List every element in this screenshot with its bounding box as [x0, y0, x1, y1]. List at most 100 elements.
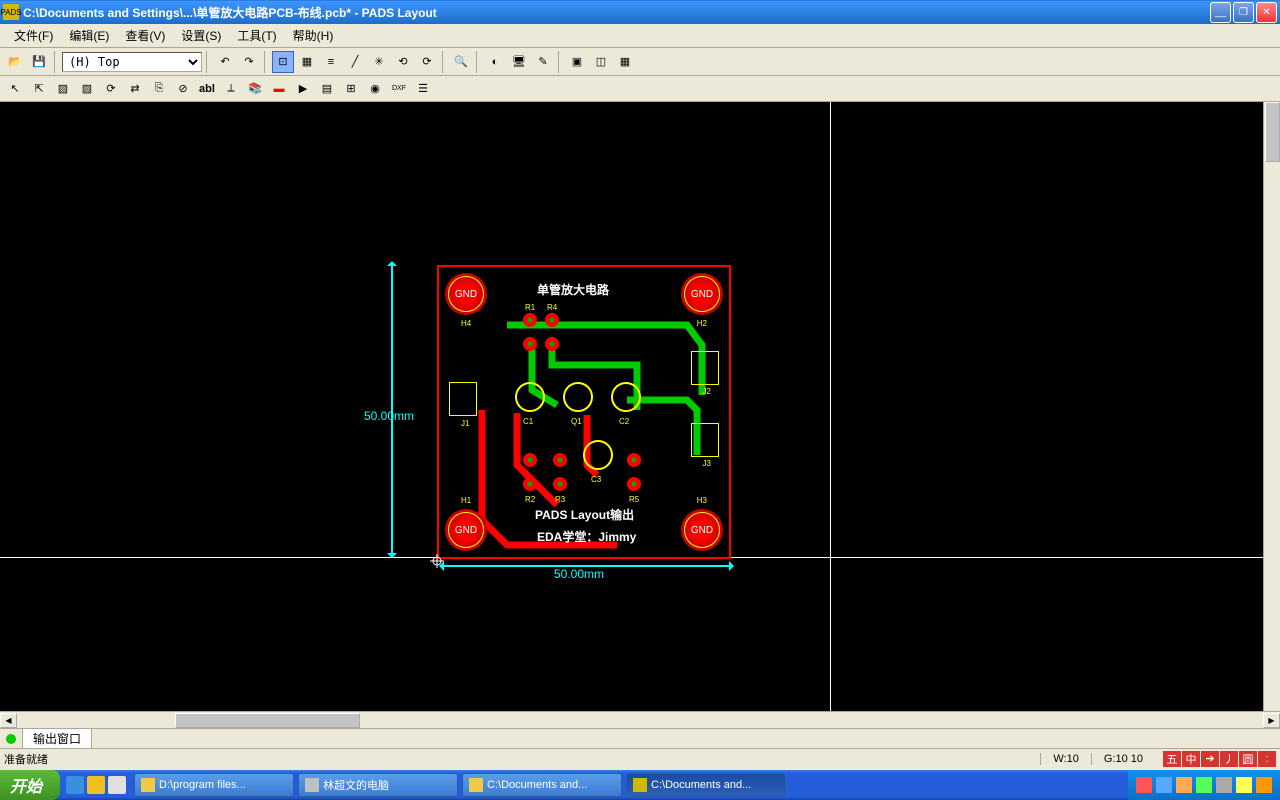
copy-icon[interactable]: ⎘ — [148, 78, 170, 100]
taskbar-button-2[interactable]: 林超文的电脑 — [298, 773, 458, 797]
system-tray[interactable] — [1128, 770, 1280, 800]
cap-c2[interactable] — [611, 382, 641, 412]
taskbar-button-3[interactable]: C:\Documents and... — [462, 773, 622, 797]
tray-icon-7[interactable] — [1256, 777, 1272, 793]
rotate-icon[interactable]: ⟳ — [100, 78, 122, 100]
drc-icon[interactable]: ▬ — [268, 78, 290, 100]
zoom-window-icon[interactable]: ⊡ — [272, 51, 294, 73]
close-button[interactable]: ✕ — [1256, 2, 1277, 23]
tray-icon-6[interactable] — [1236, 777, 1252, 793]
pad-r3b[interactable] — [553, 477, 567, 491]
pad-r1b[interactable] — [523, 337, 537, 351]
pad-r5b[interactable] — [627, 477, 641, 491]
header-j2[interactable] — [691, 351, 719, 385]
list-icon[interactable]: ☰ — [412, 78, 434, 100]
display-icon[interactable]: 🖥 — [508, 51, 530, 73]
select-icon[interactable]: ↖ — [4, 78, 26, 100]
horizontal-scroll-thumb[interactable] — [175, 713, 360, 728]
mounting-hole-h3[interactable]: GND — [681, 509, 723, 551]
scroll-left-icon[interactable]: ◀ — [0, 713, 17, 728]
eco-icon[interactable]: ⊞ — [340, 78, 362, 100]
hatch2-icon[interactable]: ▧ — [76, 78, 98, 100]
window-icon[interactable]: ▣ — [566, 51, 588, 73]
ime-char-5[interactable]: 圆 — [1239, 751, 1257, 767]
output-tab[interactable]: 输出窗口 — [22, 728, 92, 749]
menu-help[interactable]: 帮助(H) — [285, 25, 342, 46]
menu-setup[interactable]: 设置(S) — [173, 25, 229, 46]
ime-char-3[interactable]: ➔ — [1201, 751, 1219, 767]
filter-icon[interactable]: ◐ — [484, 51, 506, 73]
taskbar-button-1[interactable]: D:\program files... — [134, 773, 294, 797]
menu-view[interactable]: 查看(V) — [117, 25, 173, 46]
redo-icon[interactable]: ↷ — [238, 51, 260, 73]
forward-icon[interactable]: ⟳ — [416, 51, 438, 73]
minimize-button[interactable]: __ — [1210, 2, 1231, 23]
taskbar-button-4[interactable]: C:\Documents and... — [626, 773, 786, 797]
header-j3[interactable] — [691, 423, 719, 457]
refresh-icon[interactable]: ✳ — [368, 51, 390, 73]
header-j1[interactable] — [449, 382, 477, 416]
delete-icon[interactable]: ⊘ — [172, 78, 194, 100]
maximize-button[interactable]: ❐ — [1233, 2, 1254, 23]
grid-icon[interactable]: ▦ — [296, 51, 318, 73]
library-icon[interactable]: 📚 — [244, 78, 266, 100]
ime-char-6[interactable]: : — [1258, 751, 1276, 767]
measure-icon[interactable]: ╱ — [344, 51, 366, 73]
pcb-board[interactable]: GND H4 GND H2 GND H1 GND H3 单管放大电路 PADS … — [437, 265, 731, 559]
menu-tools[interactable]: 工具(T) — [229, 25, 284, 46]
open-icon[interactable]: 📂 — [4, 51, 26, 73]
app2-icon[interactable] — [108, 776, 126, 794]
pad-r1a[interactable] — [523, 313, 537, 327]
vertical-scrollbar[interactable] — [1263, 102, 1280, 711]
start-button[interactable]: 开始 — [0, 770, 60, 800]
vertical-scroll-thumb[interactable] — [1265, 102, 1280, 162]
ime-char-1[interactable]: 五 — [1163, 751, 1181, 767]
cam-icon[interactable]: ◉ — [364, 78, 386, 100]
pad-r2a[interactable] — [523, 453, 537, 467]
design-canvas[interactable]: 50.00mm 50.00mm GND H4 GND H2 GND H1 GND… — [0, 102, 1280, 711]
horizontal-scrollbar[interactable]: ◀ ▶ — [0, 711, 1280, 728]
hatch1-icon[interactable]: ▨ — [52, 78, 74, 100]
pad-r4b[interactable] — [545, 337, 559, 351]
save-icon[interactable]: 💾 — [28, 51, 50, 73]
scroll-right-icon[interactable]: ▶ — [1263, 713, 1280, 728]
layer-selector[interactable]: (H) Top — [62, 52, 202, 72]
ime-char-4[interactable]: 丿 — [1220, 751, 1238, 767]
undo-icon[interactable]: ↶ — [214, 51, 236, 73]
ime-indicator[interactable]: 五 中 ➔ 丿 圆 : — [1163, 751, 1276, 767]
pad-r3a[interactable] — [553, 453, 567, 467]
move-icon[interactable]: ⇱ — [28, 78, 50, 100]
mounting-hole-h2[interactable]: GND — [681, 273, 723, 315]
pad-r5a[interactable] — [627, 453, 641, 467]
app1-icon[interactable] — [87, 776, 105, 794]
ime-char-2[interactable]: 中 — [1182, 751, 1200, 767]
cap-c1[interactable] — [515, 382, 545, 412]
panel-icon[interactable]: ◫ — [590, 51, 612, 73]
report-icon[interactable]: ▤ — [316, 78, 338, 100]
tray-icon-5[interactable] — [1216, 777, 1232, 793]
text-icon[interactable]: abl — [196, 78, 218, 100]
pad-r2b[interactable] — [523, 477, 537, 491]
ref-c1: C1 — [523, 417, 533, 426]
layers-icon[interactable]: ≡ — [320, 51, 342, 73]
mirror-icon[interactable]: ⇄ — [124, 78, 146, 100]
highlight-icon[interactable]: ✎ — [532, 51, 554, 73]
tray-icon-1[interactable] — [1136, 777, 1152, 793]
menu-file[interactable]: 文件(F) — [6, 25, 61, 46]
tray-icon-4[interactable] — [1196, 777, 1212, 793]
back-icon[interactable]: ⟲ — [392, 51, 414, 73]
flag-icon[interactable]: ▶ — [292, 78, 314, 100]
search-icon[interactable]: 🔍 — [450, 51, 472, 73]
mounting-hole-h4[interactable]: GND — [445, 273, 487, 315]
tray-icon-3[interactable] — [1176, 777, 1192, 793]
dxf-icon[interactable]: DXF — [388, 78, 410, 100]
output-icon[interactable]: ▦ — [614, 51, 636, 73]
dimension-icon[interactable]: ⟂ — [220, 78, 242, 100]
pad-r4a[interactable] — [545, 313, 559, 327]
mounting-hole-h1[interactable]: GND — [445, 509, 487, 551]
ie-icon[interactable] — [66, 776, 84, 794]
cap-c3[interactable] — [583, 440, 613, 470]
transistor-q1[interactable] — [563, 382, 593, 412]
menu-edit[interactable]: 编辑(E) — [61, 25, 117, 46]
tray-icon-2[interactable] — [1156, 777, 1172, 793]
